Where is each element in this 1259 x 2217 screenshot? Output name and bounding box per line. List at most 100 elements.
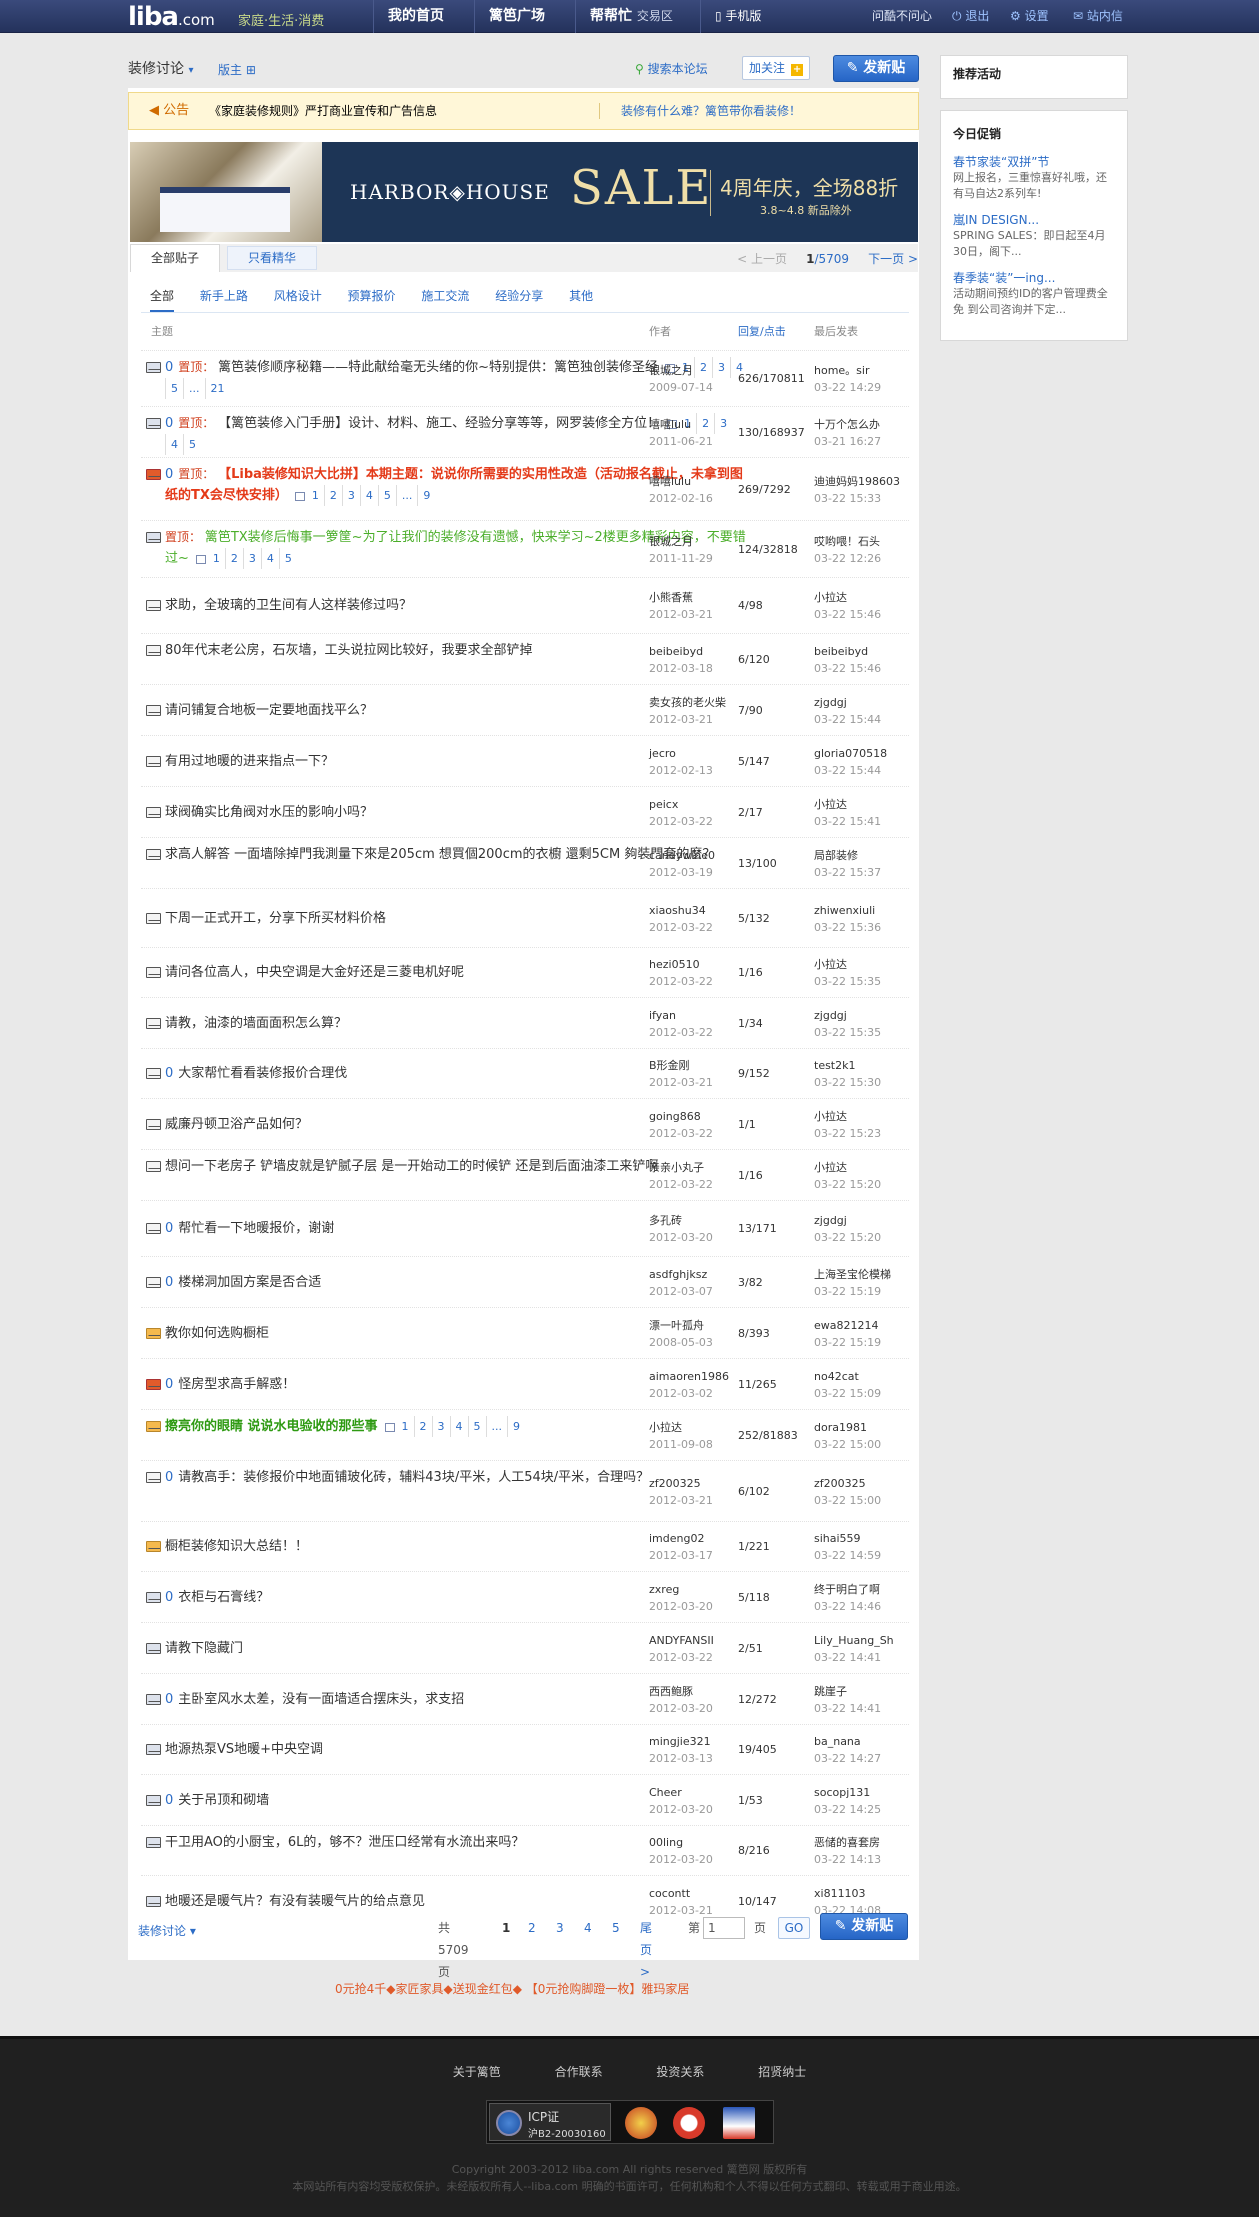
thread-page-link[interactable]: 4 <box>260 548 279 569</box>
announcement-link-1[interactable]: 《家庭装修规则》严打商业宣传和广告信息 <box>209 93 437 129</box>
category-other[interactable]: 其他 <box>569 289 593 303</box>
thread-title-text[interactable]: 请教，油漆的墙面面积怎么算？ <box>165 1016 347 1031</box>
thread-row[interactable]: 想问一下老房子 铲墙皮就是铲腻子层 是一开始动工的时候铲 还是到后面油漆工来铲啊… <box>141 1149 909 1200</box>
promo-item[interactable]: 春节家装“双拼”节 网上报名，三重惊喜好礼哦，还有马自达2系列车! <box>941 154 1127 202</box>
author-name[interactable]: zf200325 <box>649 1475 739 1492</box>
police-badge-icon[interactable] <box>625 2107 657 2139</box>
thread-title-text[interactable]: 地暖还是暖气片？有没有装暖气片的给点意见 <box>165 1894 425 1909</box>
author-name[interactable]: 小拉达 <box>649 1419 739 1436</box>
promo-item-title[interactable]: 嵐IN DESIGN... <box>953 212 1115 228</box>
last-poster[interactable]: 上海圣宝伦模梯 <box>814 1266 909 1283</box>
author-name[interactable]: xiaoshu34 <box>649 902 739 919</box>
author-name[interactable]: jecro <box>649 745 739 762</box>
thread-row[interactable]: 0 衣柜与石膏线？ zxreg 2012-03-20 5/118 终于明白了啊 03-22 … <box>141 1571 909 1622</box>
author-name[interactable]: 小熊香蕉 <box>649 589 739 606</box>
last-poster[interactable]: ba_nana <box>814 1733 909 1750</box>
promo-item-title[interactable]: 春季装“装”一ing... <box>953 270 1115 286</box>
author-name[interactable]: 西西鲍豚 <box>649 1683 739 1700</box>
thread-page-link[interactable]: 9 <box>417 485 435 506</box>
thread-title-text[interactable]: 关于吊顶和砌墙 <box>178 1793 269 1808</box>
author-name[interactable]: zxreg <box>649 1581 739 1598</box>
thread-page-link[interactable]: 3 <box>242 548 261 569</box>
page-number-input[interactable]: 1 <box>703 1917 745 1939</box>
author-name[interactable]: Cheer <box>649 1784 739 1801</box>
promo-item[interactable]: 春季装“装”一ing... 活动期间预约ID的客户管理费全免 到公司咨询并下定.… <box>941 270 1127 318</box>
thread-title-text[interactable]: 请教高手：装修报价中地面铺玻化砖，辅料43块/平米，人工54块/平米，合理吗？ <box>178 1470 649 1485</box>
thread-title-text[interactable]: 求高人解答 一面墙除掉門我測量下來是205cm 想買個200cm的衣櫥 還剩5C… <box>165 847 715 862</box>
last-poster[interactable]: 小拉达 <box>814 1108 909 1125</box>
thread-page-link[interactable]: 1 <box>397 1416 414 1437</box>
prev-page-link[interactable]: < 上一页 <box>737 252 787 266</box>
author-name[interactable]: 亲亲小丸子 <box>649 1159 739 1176</box>
last-poster[interactable]: ewa821214 <box>814 1317 909 1334</box>
thread-row[interactable]: 0 置顶： 篱笆装修顺序秘籍——特此献给毫无头绪的你~特别提供：篱笆独创装修圣经 … <box>141 350 909 406</box>
author-name[interactable]: 银城之月 <box>649 533 739 550</box>
thread-title-text[interactable]: 橱柜装修知识大总结！！ <box>165 1539 308 1554</box>
messages-link[interactable]: ✉ 站内信 <box>1073 0 1123 33</box>
thread-title-text[interactable]: 帮忙看一下地暖报价，谢谢 <box>178 1221 334 1236</box>
thread-page-link[interactable]: 21 <box>204 378 230 399</box>
thread-title-text[interactable]: 请教下隐藏门 <box>165 1641 243 1656</box>
thread-title-text[interactable]: 怪房型求高手解惑！ <box>178 1377 295 1392</box>
thread-page-link[interactable]: 5 <box>278 548 297 569</box>
author-name[interactable]: B形金刚 <box>649 1057 739 1074</box>
thread-title-text[interactable]: 篱笆装修顺序秘籍——特此献给毫无头绪的你~特别提供：篱笆独创装修圣经 <box>218 360 658 375</box>
author-name[interactable]: 漂一叶孤舟 <box>649 1317 739 1334</box>
page-1[interactable]: 1 <box>502 1917 510 1939</box>
thread-page-link[interactable]: 4 <box>165 434 183 455</box>
thread-title-text[interactable]: 求助，全玻璃的卫生间有人这样装修过吗？ <box>165 598 412 613</box>
last-poster[interactable]: 哎哟喂！石头 <box>814 533 909 550</box>
last-poster[interactable]: Lily_Huang_Sh <box>814 1632 909 1649</box>
thread-title-text[interactable]: 【篱笆装修入门手册】设计、材料、施工、经验分享等等，网罗装修全方位！ <box>218 416 660 431</box>
last-poster[interactable]: 小拉达 <box>814 589 909 606</box>
last-page-link[interactable]: 尾页 > <box>640 1917 652 1983</box>
icp-badge[interactable]: ICP证 沪B2-20030160 <box>489 2103 611 2141</box>
cyber-police-icon[interactable] <box>723 2107 755 2139</box>
search-forum-link[interactable]: ⚲ 搜索本论坛 <box>635 60 708 77</box>
author-name[interactable]: ANDYFANSII <box>649 1632 739 1649</box>
thread-title-text[interactable]: 请问铺复合地板一定要地面找平么？ <box>165 703 373 718</box>
thread-row[interactable]: 请教，油漆的墙面面积怎么算？ ifyan 2012-03-22 1/34 zjgdgj 0… <box>141 997 909 1048</box>
logout-link[interactable]: ⏻ 退出 <box>952 0 989 33</box>
nav-liba-square[interactable]: 篱笆广场 <box>474 0 559 33</box>
thread-title-text[interactable]: 楼梯洞加固方案是否合适 <box>178 1275 321 1290</box>
thread-row[interactable]: 0 置顶： 【Liba装修知识大比拼】本期主题：说说你所需要的实用性改造（活动报名… <box>141 457 909 520</box>
nav-my-home[interactable]: 我的首页 <box>373 0 458 33</box>
thread-title-text[interactable]: 教你如何选购橱柜 <box>165 1326 269 1341</box>
author-name[interactable]: 00ling <box>649 1834 739 1851</box>
last-poster[interactable]: no42cat <box>814 1368 909 1385</box>
last-poster[interactable]: beibeibyd <box>814 643 909 660</box>
thread-row[interactable]: 干卫用AO的小厨宝，6L的，够不？泄压口经常有水流出来吗？ 00ling 2012-… <box>141 1825 909 1875</box>
next-page-link[interactable]: 下一页 > <box>868 252 918 266</box>
thread-row[interactable]: 威廉丹顿卫浴产品如何？ going868 2012-03-22 1/1 小拉达 03-22… <box>141 1098 909 1149</box>
last-poster[interactable]: 跳崖子 <box>814 1683 909 1700</box>
thread-title-text[interactable]: 请问各位高人，中央空调是大金好还是三菱电机好呢 <box>165 965 464 980</box>
last-poster[interactable]: 恶储的喜套房 <box>814 1834 909 1851</box>
category-budget[interactable]: 预算报价 <box>348 289 396 303</box>
thread-row[interactable]: 0 关于吊顶和砌墙 Cheer 2012-03-20 1/53 socopj131 03-2… <box>141 1774 909 1825</box>
page-2[interactable]: 2 <box>528 1917 536 1939</box>
thread-page-link[interactable]: 2 <box>413 1416 432 1437</box>
thread-page-link[interactable]: 3 <box>431 1416 450 1437</box>
follow-button[interactable]: 加关注 + <box>742 56 810 80</box>
thread-title-text[interactable]: 球阀确实比角阀对水压的影响小吗？ <box>165 805 373 820</box>
last-poster[interactable]: 小拉达 <box>814 796 909 813</box>
thread-row[interactable]: 橱柜装修知识大总结！！ imdeng02 2012-03-17 1/221 sihai5… <box>141 1521 909 1571</box>
last-poster[interactable]: xi811103 <box>814 1885 909 1902</box>
author-name[interactable]: 嘻嘻lulu <box>649 416 739 433</box>
thread-row[interactable]: 有用过地暖的进来指点一下？ jecro 2012-02-13 5/147 gloria0… <box>141 735 909 786</box>
thread-page-link[interactable]: 1 <box>208 548 225 569</box>
thread-row[interactable]: 教你如何选购橱柜 漂一叶孤舟 2008-05-03 8/393 ewa821214 03-… <box>141 1307 909 1358</box>
thread-title-text[interactable]: 有用过地暖的进来指点一下？ <box>165 754 334 769</box>
last-poster[interactable]: gloria070518 <box>814 745 909 762</box>
moderator-link[interactable]: 版主 ⊞ <box>218 61 256 78</box>
thread-page-link[interactable]: 2 <box>323 485 342 506</box>
thread-row[interactable]: 求助，全玻璃的卫生间有人这样装修过吗？ 小熊香蕉 2012-03-21 4/98 小拉达… <box>141 577 909 633</box>
author-name[interactable]: hezi0510 <box>649 956 739 973</box>
thread-row[interactable]: 请教下隐藏门 ANDYFANSII 2012-03-22 2/51 Lily_Huang… <box>141 1622 909 1673</box>
thread-page-link[interactable]: 5 <box>467 1416 486 1437</box>
author-name[interactable]: mingjie321 <box>649 1733 739 1750</box>
author-name[interactable]: aimaoren1986 <box>649 1368 739 1385</box>
author-name[interactable]: imdeng02 <box>649 1530 739 1547</box>
author-name[interactable]: going868 <box>649 1108 739 1125</box>
